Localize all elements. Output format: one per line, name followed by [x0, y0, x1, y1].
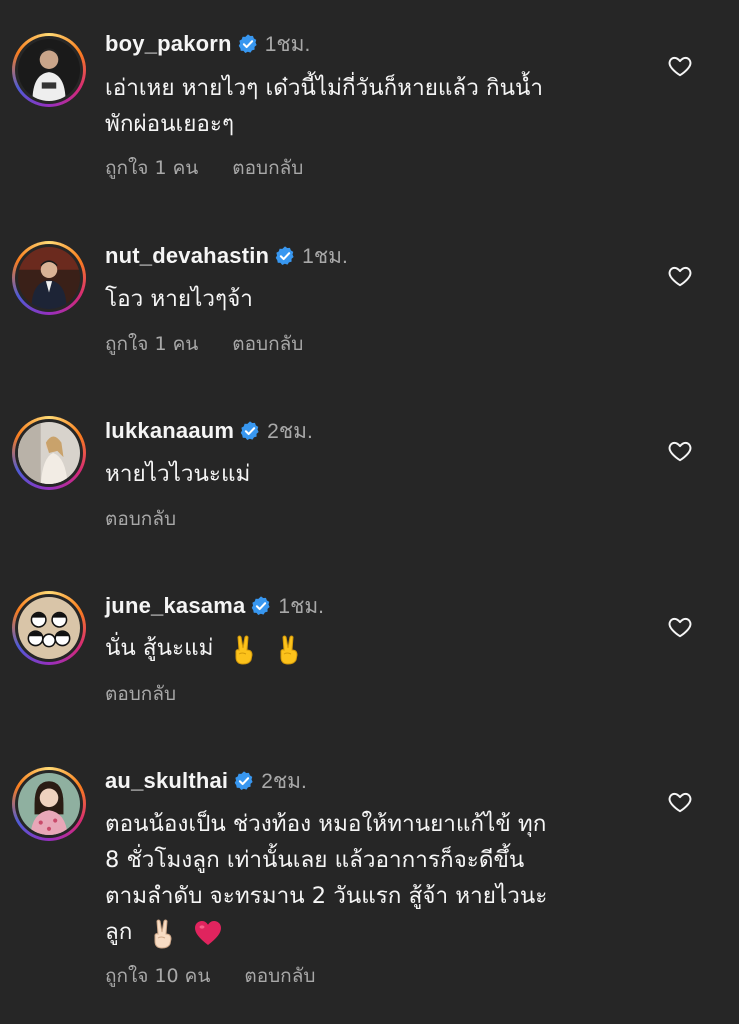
verified-badge-icon: [239, 420, 261, 442]
verified-badge-icon: [233, 770, 255, 792]
red-heart-icon: [193, 917, 223, 949]
avatar[interactable]: [12, 591, 86, 665]
heart-outline-icon[interactable]: [667, 614, 693, 640]
avatar[interactable]: [12, 241, 86, 315]
verified-badge-icon: [274, 245, 296, 267]
avatar[interactable]: [12, 767, 86, 841]
reply-button[interactable]: ตอบกลับ: [232, 153, 303, 183]
reply-button[interactable]: ตอบกลับ: [232, 329, 303, 359]
verified-badge-icon: [250, 595, 272, 617]
comment-text: ตอนน้องเป็น ช่วงท้อง หมอให้ทานยาแก้ไข้ ท…: [105, 806, 547, 950]
comment-username[interactable]: au_skulthai: [105, 768, 228, 794]
like-count[interactable]: ถูกใจ 10 คน: [105, 961, 210, 991]
heart-outline-icon[interactable]: [667, 53, 693, 79]
heart-outline-icon[interactable]: [667, 438, 693, 464]
reply-button[interactable]: ตอบกลับ: [105, 504, 176, 534]
victory-hand-icon: [274, 633, 304, 665]
heart-outline-icon[interactable]: [667, 789, 693, 815]
comment-timestamp: 1ชม.: [278, 594, 325, 618]
comment-username[interactable]: nut_devahastin: [105, 243, 269, 269]
avatar[interactable]: [12, 33, 86, 107]
comment-timestamp: 2ชม.: [267, 419, 313, 443]
reply-button[interactable]: ตอบกลับ: [244, 961, 315, 991]
like-count[interactable]: ถูกใจ 1 คน: [105, 153, 198, 183]
comment-username[interactable]: lukkanaaum: [105, 418, 234, 444]
comment-text: นั่น สู้นะแม่: [105, 630, 304, 666]
verified-badge-icon: [237, 33, 259, 55]
comment-timestamp: 1ชม.: [264, 32, 311, 56]
victory-hand-icon: [229, 633, 259, 665]
victory-hand-icon: [148, 917, 178, 949]
comment-text: เอ่าเหย หายไวๆ เด๋วนี้ไม่กี่วันก็หายแล้ว…: [105, 75, 544, 137]
comment-timestamp: 1ชม.: [302, 244, 348, 268]
comment-timestamp: 2ชม.: [261, 769, 307, 793]
comment-username[interactable]: boy_pakorn: [105, 31, 232, 57]
avatar[interactable]: [12, 416, 86, 490]
comment-username[interactable]: june_kasama: [105, 593, 245, 619]
comment-text: หายไวไวนะแม่: [105, 461, 251, 487]
reply-button[interactable]: ตอบกลับ: [105, 679, 176, 709]
comment-text: โอว หายไวๆจ้า: [105, 286, 253, 312]
like-count[interactable]: ถูกใจ 1 คน: [105, 329, 198, 359]
heart-outline-icon[interactable]: [667, 263, 693, 289]
